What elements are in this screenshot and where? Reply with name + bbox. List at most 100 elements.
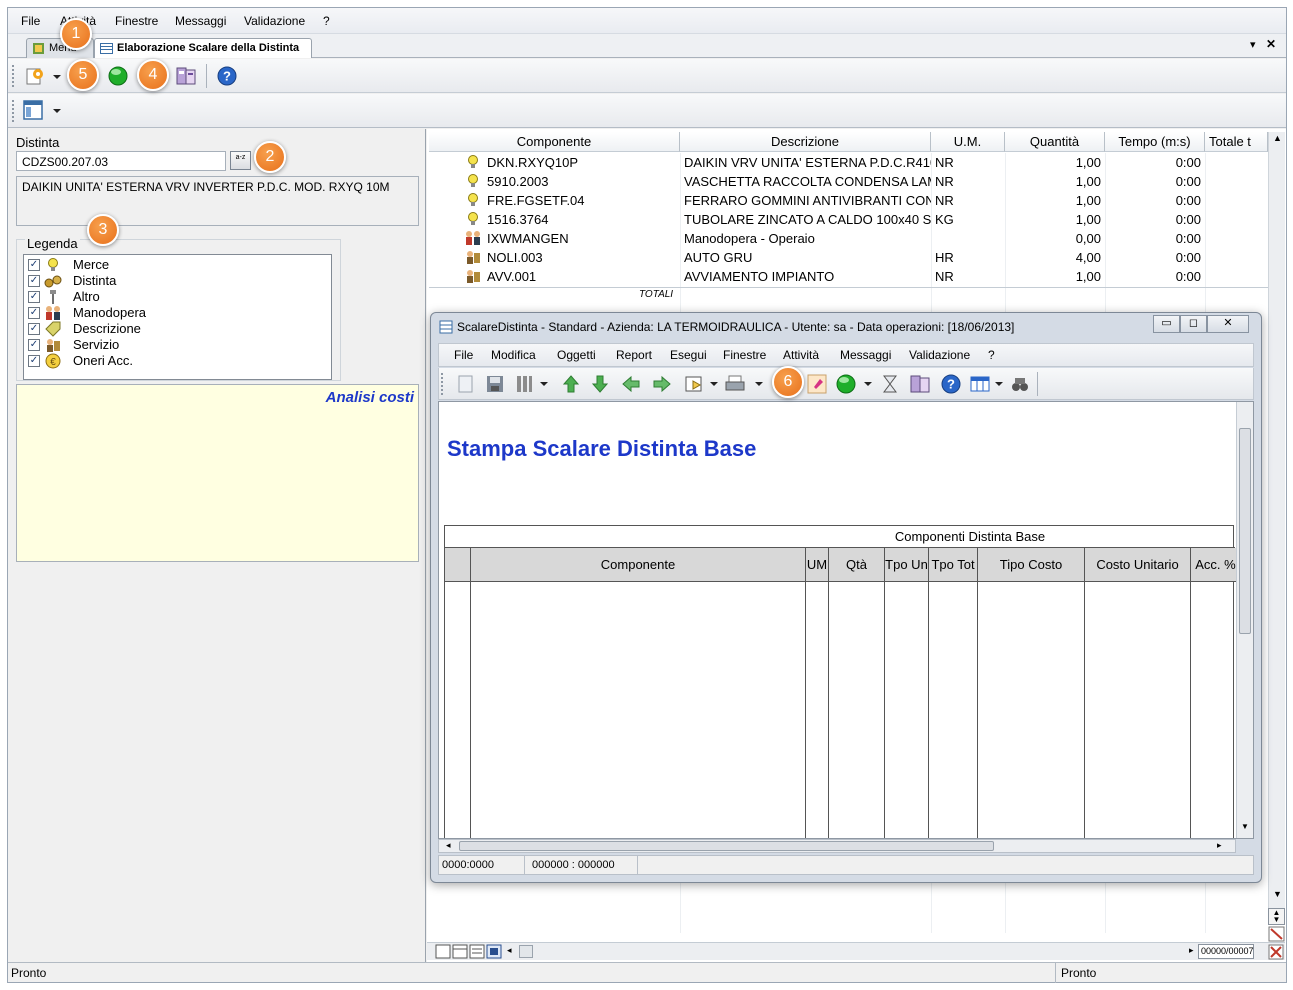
menu-messaggi[interactable]: Messaggi	[175, 14, 226, 28]
menu-file[interactable]: File	[21, 14, 40, 28]
export-dropdown-arrow[interactable]	[710, 382, 718, 386]
scroll-left-arrow-icon[interactable]: ◂	[446, 840, 451, 851]
win-menu-report[interactable]: Report	[616, 348, 652, 362]
table-view-icon[interactable]	[969, 373, 991, 395]
column-header-tempo[interactable]: Tempo (m:s)	[1105, 132, 1205, 152]
new-page-icon[interactable]	[455, 373, 477, 395]
scroll-down-arrow-icon[interactable]: ▼	[1273, 889, 1282, 899]
win-menu-file[interactable]: File	[454, 348, 473, 362]
menu-finestre[interactable]: Finestre	[115, 14, 158, 28]
tab-elaborazione-scalare[interactable]: Elaborazione Scalare della Distinta	[94, 38, 312, 58]
scroll-left-arrow-icon[interactable]: ◂	[507, 945, 512, 956]
window-maximize-button[interactable]: ◻	[1180, 315, 1207, 333]
calculator-icon[interactable]	[909, 373, 931, 395]
cell-um: HR	[935, 250, 954, 265]
pin-icon[interactable]	[806, 373, 828, 395]
win-menu-modifica[interactable]: Modifica	[491, 348, 536, 362]
scroll-right-arrow-icon[interactable]: ▸	[1217, 840, 1222, 851]
scroll-down-arrow-icon[interactable]: ▼	[1241, 822, 1249, 831]
tab-close-button[interactable]: ✕	[1266, 37, 1276, 51]
tools-icon[interactable]	[513, 373, 535, 395]
window-close-button[interactable]: ✕	[1207, 315, 1249, 333]
horizontal-scroll-thumb[interactable]	[459, 841, 994, 851]
legend-checkbox[interactable]: ✓	[28, 323, 40, 335]
view-detail-icon[interactable]	[486, 944, 502, 959]
move-right-icon[interactable]	[651, 373, 673, 395]
report-horizontal-scrollbar[interactable]: ◂ ▸	[438, 839, 1236, 853]
win-menu-messaggi[interactable]: Messaggi	[840, 348, 891, 362]
tab-list-dropdown[interactable]: ▾	[1250, 38, 1256, 51]
toolbar-grip[interactable]	[12, 100, 14, 122]
scroll-right-arrow-icon[interactable]: ▸	[1189, 945, 1194, 956]
print-icon[interactable]	[724, 373, 746, 395]
table-row[interactable]: NOLI.003 AUTO GRU HR 4,00 0:00	[427, 248, 1268, 267]
table-row[interactable]: DKN.RXYQ10P DAIKIN VRV UNITA' ESTERNA P.…	[427, 153, 1268, 172]
delete-row-icon[interactable]	[1268, 926, 1285, 942]
column-header-totale[interactable]: Totale t	[1205, 132, 1268, 152]
calculator-icon[interactable]	[175, 65, 197, 87]
row-nav-up-down-button[interactable]: ▲ ▼	[1268, 908, 1285, 925]
tab-elaborazione-label: Elaborazione Scalare della Distinta	[117, 42, 300, 54]
tools-dropdown-arrow[interactable]	[540, 382, 548, 386]
table-row[interactable]: 1516.3764 TUBOLARE ZINCATO A CALDO 100x4…	[427, 210, 1268, 229]
view-list-icon[interactable]	[469, 944, 485, 959]
move-up-icon[interactable]	[560, 373, 582, 395]
distinta-description-field[interactable]: DAIKIN UNITA' ESTERNA VRV INVERTER P.D.C…	[16, 176, 419, 226]
legend-checkbox[interactable]: ✓	[28, 259, 40, 271]
view-single-icon[interactable]	[435, 944, 451, 959]
legend-checkbox[interactable]: ✓	[28, 355, 40, 367]
new-document-icon[interactable]	[24, 65, 46, 87]
table-row[interactable]: IXWMANGEN Manodopera - Operaio 0,00 0:00	[427, 229, 1268, 248]
save-icon[interactable]	[484, 373, 506, 395]
legend-checkbox[interactable]: ✓	[28, 275, 40, 287]
column-header-quantita[interactable]: Quantità	[1005, 132, 1105, 152]
print-dropdown-arrow[interactable]	[755, 382, 763, 386]
green-light-icon[interactable]	[835, 373, 857, 395]
win-menu-validazione[interactable]: Validazione	[909, 348, 970, 362]
column-header-um[interactable]: U.M.	[931, 132, 1005, 152]
column-header-descrizione[interactable]: Descrizione	[680, 132, 931, 152]
menu-help[interactable]: ?	[323, 14, 330, 28]
win-menu-help[interactable]: ?	[988, 348, 995, 362]
horizontal-scroll-thumb[interactable]	[519, 945, 533, 958]
euro-icon: €	[45, 353, 61, 369]
export-icon[interactable]	[683, 373, 705, 395]
move-left-icon[interactable]	[620, 373, 642, 395]
toolbar-grip[interactable]	[441, 373, 443, 395]
distinta-input[interactable]: CDZS00.207.03	[16, 151, 226, 171]
menu-validazione[interactable]: Validazione	[244, 14, 305, 28]
table-row[interactable]: 5910.2003 VASCHETTA RACCOLTA CONDENSA LA…	[427, 172, 1268, 191]
legend-checkbox[interactable]: ✓	[28, 339, 40, 351]
layout-dropdown-arrow[interactable]	[53, 109, 61, 113]
clear-filter-icon[interactable]	[1268, 944, 1284, 960]
win-menu-attivita[interactable]: Attività	[783, 348, 819, 362]
cell-tempo: 0:00	[1175, 193, 1201, 208]
win-menu-finestre[interactable]: Finestre	[723, 348, 766, 362]
help-icon[interactable]: ?	[940, 373, 962, 395]
scroll-up-arrow-icon[interactable]: ▲	[1273, 133, 1282, 143]
green-light-dropdown-arrow[interactable]	[864, 382, 872, 386]
table-view-dropdown-arrow[interactable]	[995, 382, 1003, 386]
toolbar-grip[interactable]	[12, 65, 14, 87]
search-distinta-button[interactable]: a-z	[230, 151, 251, 170]
layout-icon[interactable]	[22, 99, 44, 121]
table-row[interactable]: FRE.FGSETF.04 FERRARO GOMMINI ANTIVIBRAN…	[427, 191, 1268, 210]
legend-checkbox[interactable]: ✓	[28, 307, 40, 319]
view-grid-icon[interactable]	[452, 944, 468, 959]
column-header-componente[interactable]: Componente	[429, 132, 680, 152]
window-minimize-button[interactable]: ▭	[1153, 315, 1180, 333]
help-icon[interactable]: ?	[216, 65, 238, 87]
move-down-icon[interactable]	[589, 373, 611, 395]
report-vertical-scrollbar[interactable]: ▼	[1236, 402, 1253, 838]
grid-vertical-scrollbar[interactable]: ▲ ▼	[1268, 132, 1285, 917]
legend-checkbox[interactable]: ✓	[28, 291, 40, 303]
green-light-icon[interactable]	[107, 65, 129, 87]
record-pager: 00000/00007	[1198, 944, 1254, 959]
new-dropdown-arrow[interactable]	[53, 75, 61, 79]
vertical-scroll-thumb[interactable]	[1239, 428, 1251, 634]
table-row[interactable]: AVV.001 AVVIAMENTO IMPIANTO NR 1,00 0:00	[427, 267, 1268, 286]
win-menu-oggetti[interactable]: Oggetti	[557, 348, 596, 362]
win-menu-esegui[interactable]: Esegui	[670, 348, 707, 362]
hourglass-icon[interactable]	[879, 373, 901, 395]
binoculars-icon[interactable]	[1009, 373, 1031, 395]
